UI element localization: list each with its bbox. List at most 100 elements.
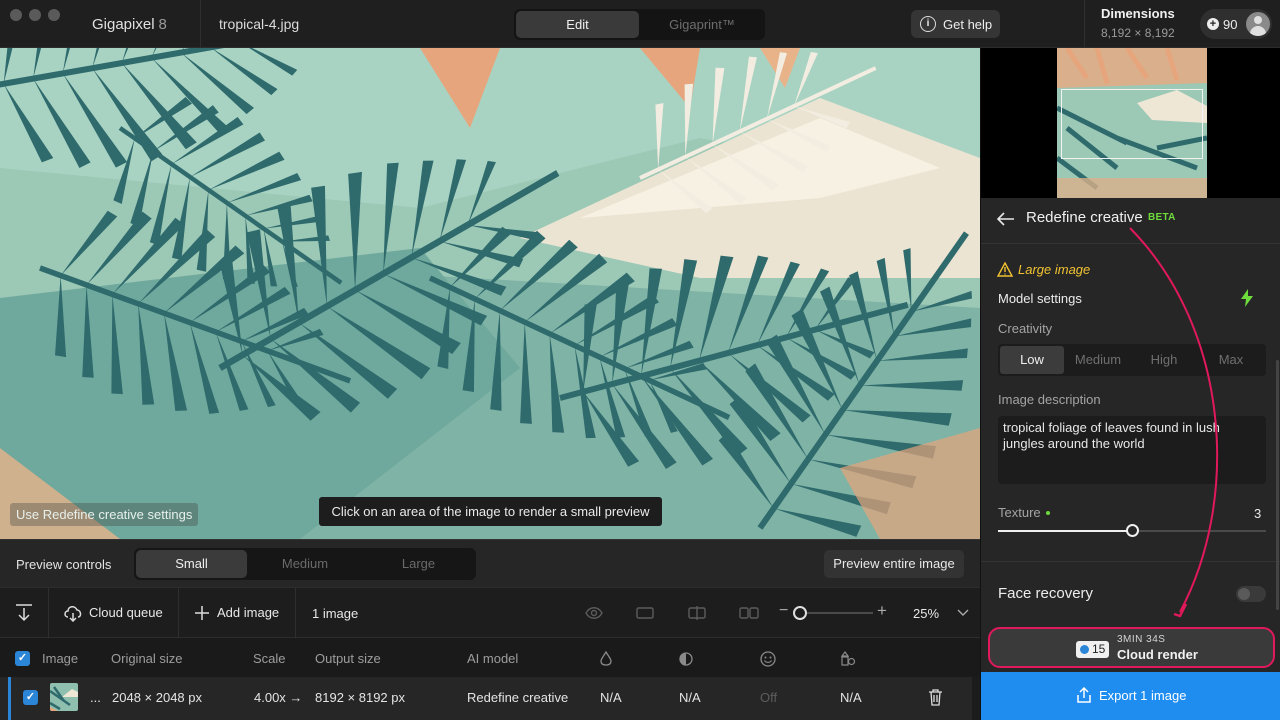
creativity-medium[interactable]: Medium (1066, 346, 1130, 374)
info-icon: i (920, 16, 936, 32)
face-recovery-toggle[interactable] (1236, 586, 1266, 602)
panel-title: Redefine creative (1026, 209, 1143, 226)
table-header: ✓ Image Original size Scale Output size … (0, 637, 980, 677)
get-help-button[interactable]: i Get help (911, 10, 1000, 38)
zoom-level[interactable]: 25% (913, 606, 939, 621)
window-minimize-button[interactable] (29, 9, 41, 21)
select-all-checkbox[interactable]: ✓ (15, 651, 30, 666)
window-zoom-button[interactable] (48, 9, 60, 21)
texture-value: 3 (1254, 506, 1262, 521)
texture-label: Texture (998, 505, 1041, 520)
large-image-warning[interactable]: Large image (1018, 262, 1090, 277)
app-version: 8 (158, 16, 167, 33)
preview-controls-bar: Preview controls Small Medium Large Prev… (0, 539, 980, 587)
zoom-slider-knob[interactable] (793, 606, 807, 620)
divider (981, 561, 1280, 562)
model-settings-heading: Model settings (998, 291, 1082, 306)
cloud-queue-button[interactable]: Cloud queue (49, 588, 178, 638)
chevron-down-icon[interactable] (957, 609, 969, 617)
file-name: tropical-4.jpg (200, 0, 380, 48)
cloud-queue-label: Cloud queue (89, 605, 163, 620)
creativity-high[interactable]: High (1132, 346, 1196, 374)
tab-edit[interactable]: Edit (516, 11, 639, 38)
canvas-tooltip: Click on an area of the image to render … (319, 497, 662, 526)
app-name: Gigapixel 8 (92, 16, 167, 33)
cloud-icon (64, 606, 82, 622)
back-arrow-icon[interactable] (997, 212, 1015, 226)
preview-entire-image-button[interactable]: Preview entire image (824, 550, 964, 578)
creativity-switch: Low Medium High Max (998, 344, 1266, 376)
row-denoise: N/A (600, 690, 622, 705)
preview-controls-label: Preview controls (16, 557, 112, 572)
face-recovery-label: Face recovery (998, 585, 1094, 602)
export-label: Export 1 image (1099, 688, 1187, 703)
navigator (981, 48, 1280, 198)
settings-panel: Redefine creative BETA Large image Model… (980, 48, 1280, 720)
image-canvas[interactable]: Use Redefine creative settings Click on … (0, 48, 980, 539)
title-bar: Gigapixel 8 tropical-4.jpg Edit Gigaprint… (0, 0, 1280, 48)
arrow-down-bar-icon (16, 604, 32, 622)
texture-slider-knob[interactable] (1126, 524, 1139, 537)
beta-badge: BETA (1148, 212, 1176, 223)
preview-size-large[interactable]: Large (363, 550, 474, 578)
side-by-side-icon[interactable] (739, 607, 759, 619)
get-help-label: Get help (943, 17, 993, 32)
add-image-button[interactable]: Add image (179, 588, 295, 638)
zoom-out-icon[interactable]: − (779, 602, 788, 620)
single-view-icon[interactable] (636, 607, 654, 619)
shapes-icon (841, 651, 856, 666)
cloud-render-label: Cloud render (1117, 647, 1198, 662)
cloud-credit-badge: 15 (1076, 641, 1109, 658)
row-filename: ... (90, 690, 101, 705)
image-count: 1 image (312, 606, 359, 621)
queue-toolbar: Cloud queue Add image 1 image − + 25% (0, 587, 980, 638)
row-scale[interactable]: 4.00x → (254, 690, 302, 705)
mode-switch: Edit Gigaprint™ (514, 9, 765, 40)
tropical-artwork (0, 48, 980, 539)
credit-icon (1080, 645, 1089, 654)
trash-icon[interactable] (928, 689, 943, 706)
preview-size-small[interactable]: Small (136, 550, 247, 578)
window-close-button[interactable] (10, 9, 22, 21)
avatar[interactable] (1246, 12, 1270, 36)
lightning-icon[interactable] (1240, 289, 1254, 307)
creativity-max[interactable]: Max (1198, 346, 1264, 374)
cloud-render-button[interactable]: 15 3MIN 34S Cloud render (988, 627, 1275, 668)
creativity-label: Creativity (998, 321, 1053, 336)
row-selection-indicator (8, 677, 11, 720)
image-description-field[interactable]: tropical foliage of leaves found in lush… (998, 416, 1266, 484)
cloud-credit-count: 15 (1092, 642, 1106, 656)
row-face-recovery: Off (760, 690, 778, 705)
row-other: N/A (840, 690, 862, 705)
add-image-label: Add image (217, 605, 280, 620)
texture-slider-fill (998, 530, 1132, 532)
header-output-size: Output size (315, 651, 381, 666)
header-scale: Scale (253, 651, 286, 666)
face-icon (760, 651, 776, 667)
plus-icon (195, 606, 209, 620)
contrast-icon (679, 652, 693, 666)
tab-gigaprint[interactable]: Gigaprint™ (641, 11, 763, 38)
split-view-icon[interactable] (688, 606, 706, 620)
export-button[interactable]: Export 1 image (981, 672, 1280, 720)
row-output-size[interactable]: 8192 × 8192 px (315, 690, 405, 705)
creativity-low[interactable]: Low (1000, 346, 1064, 374)
warning-icon (997, 262, 1013, 277)
image-thumbnail (50, 683, 78, 711)
row-ai-model[interactable]: Redefine creative (467, 690, 568, 705)
panel-scrollbar[interactable] (1276, 360, 1279, 610)
eye-icon[interactable] (585, 606, 603, 620)
row-contrast: N/A (679, 690, 701, 705)
row-original-size: 2048 × 2048 px (112, 690, 202, 705)
row-checkbox[interactable]: ✓ (23, 690, 38, 705)
canvas-hint-text: Use Redefine creative settings (10, 503, 199, 526)
table-row[interactable]: ✓ ... 2048 × 2048 px 4.00x → 8192 × 8192… (0, 677, 972, 720)
navigator-viewport[interactable] (1061, 89, 1203, 159)
credits-badge[interactable]: + 90 (1200, 9, 1272, 39)
preview-size-medium[interactable]: Medium (249, 550, 361, 578)
collapse-button[interactable] (0, 588, 48, 638)
plus-credit-icon: + (1207, 18, 1219, 30)
dimensions-readout: Dimensions 8,192 × 8,192 (1084, 0, 1192, 48)
zoom-in-icon[interactable]: + (877, 601, 887, 621)
dimensions-title: Dimensions (1101, 6, 1175, 21)
